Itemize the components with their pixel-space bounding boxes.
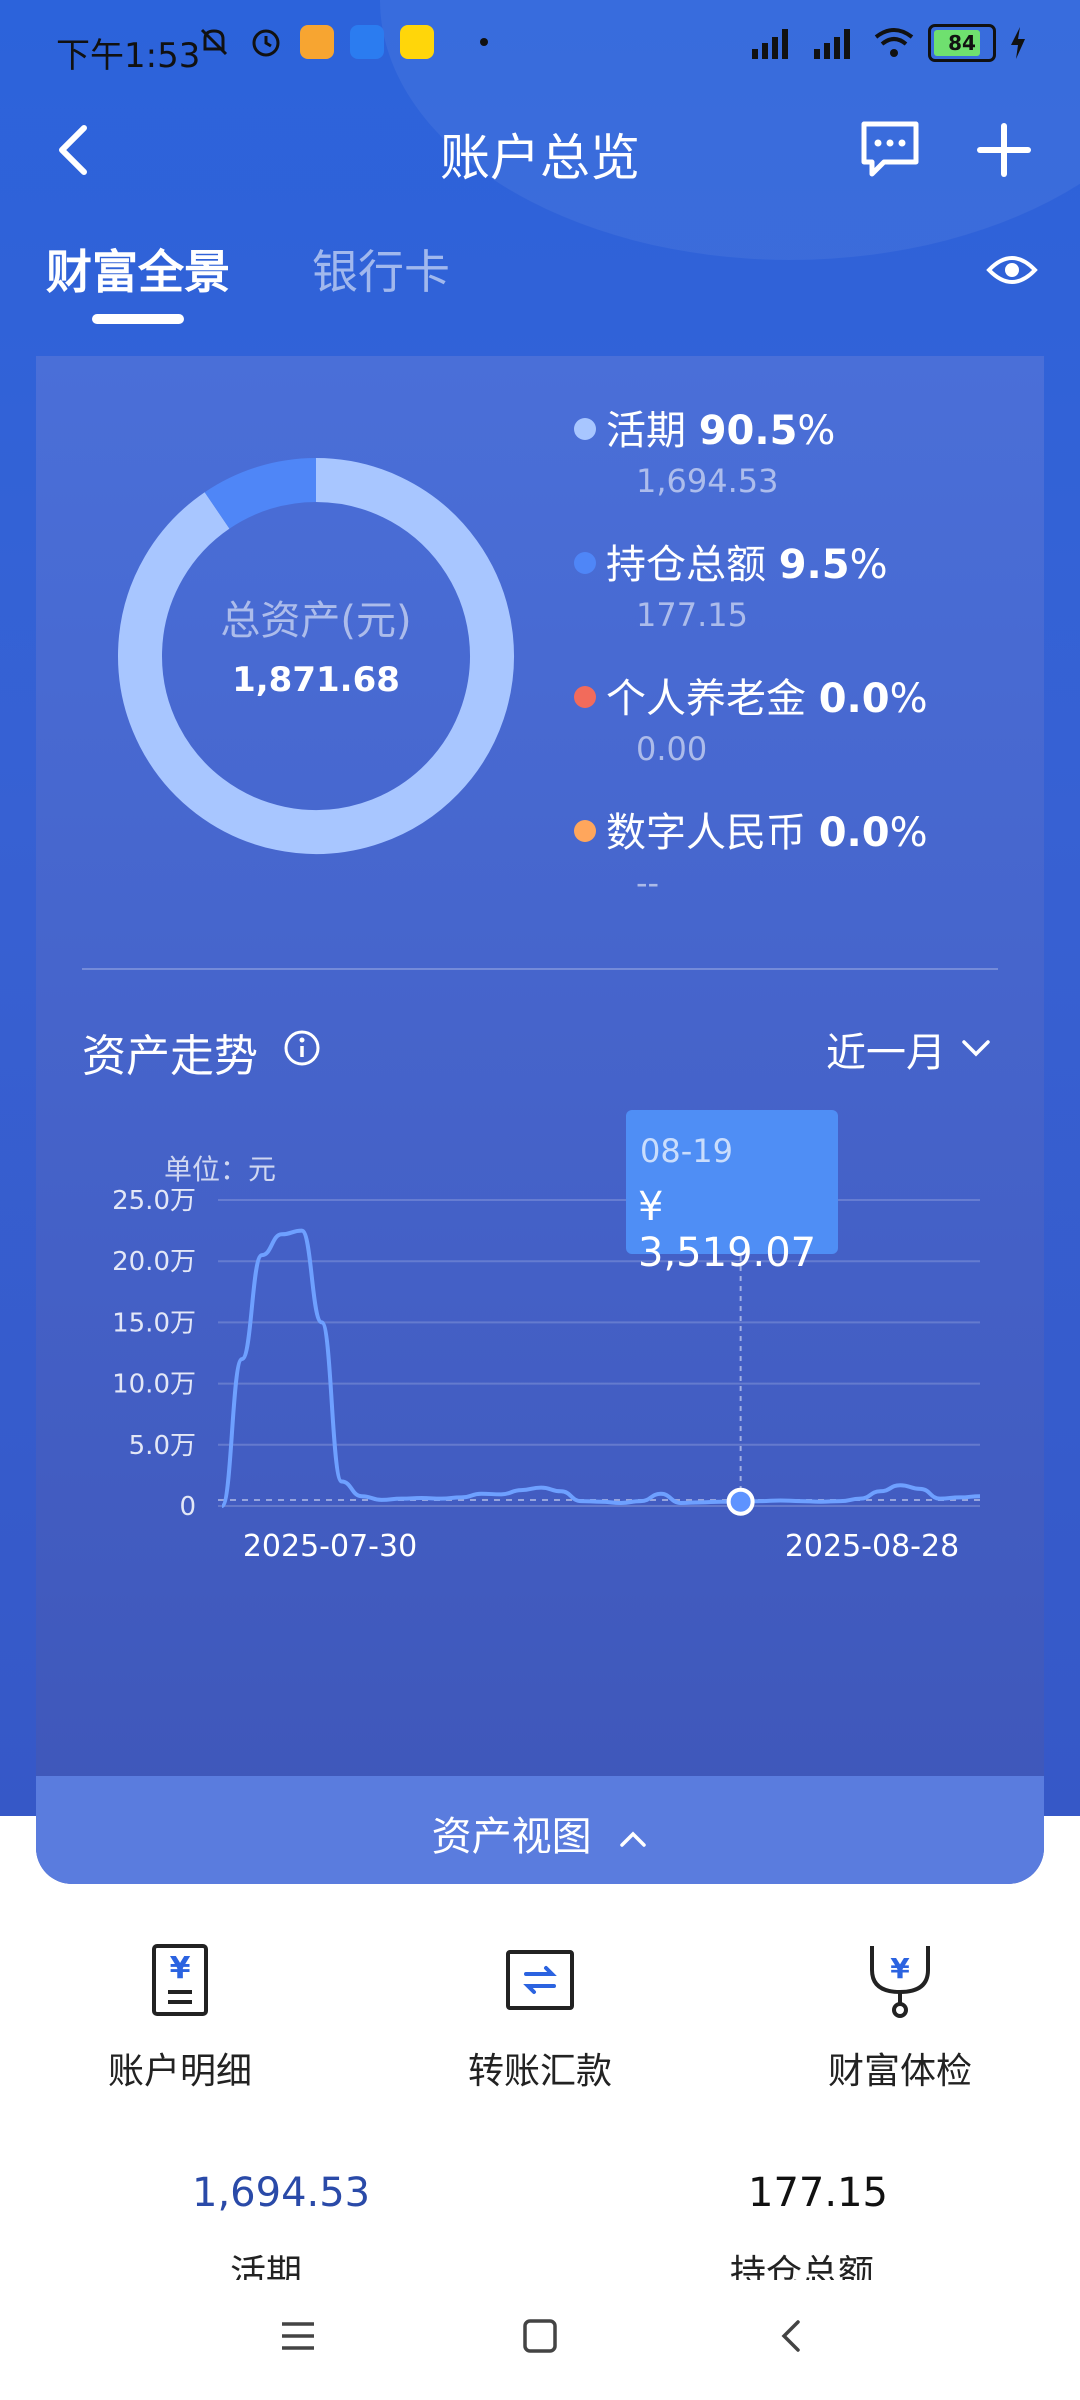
donut-slice-1 [204,458,317,529]
legend-name: 活期 90.5% [606,408,836,454]
app-icon [400,25,434,59]
section-divider [82,968,998,970]
period-select[interactable]: 近一月 [826,1020,946,1078]
summary-value-demand[interactable]: 1,694.53 [192,2170,370,2216]
legend-item-holdings[interactable]: 持仓总额 9.5% 177.15 [556,526,1036,656]
shortcut-label: 账户明细 [107,2051,252,2092]
legend-name: 数字人民币 0.0% [606,810,928,856]
asset-donut-chart [118,458,514,854]
tab-wealth-overview[interactable]: 财富全景 [46,236,230,302]
mute-icon [200,28,228,56]
system-nav-bar [0,2280,1080,2400]
legend-item-demand[interactable]: 活期 90.5% 1,694.53 [556,392,1036,522]
legend-amount: 1,694.53 [636,462,779,500]
legend-name: 持仓总额 9.5% [606,542,888,588]
y-tick-label: 10.0万 [112,1370,196,1400]
transfer-icon [506,1950,574,2010]
signal-icon [752,29,788,59]
tab-underline [92,314,184,324]
shortcut-label: 财富体检 [827,2051,972,2092]
app-icon [350,25,384,59]
summary-label-holdings: 持仓总额 [730,2253,875,2280]
svg-text:¥: ¥ [890,1952,910,1985]
status-time: 下午1:53 [56,36,201,76]
svg-text:¥: ¥ [170,1951,191,1986]
wealth-check-icon: ¥ [870,1946,930,2018]
legend-dot [574,820,596,842]
y-tick-label: 15.0万 [112,1308,196,1338]
legend-amount: -- [636,864,660,902]
y-tick-label: 5.0万 [129,1431,196,1461]
donut-slice-0 [118,458,514,854]
status-icons-left [196,24,488,60]
wifi-icon [874,28,914,57]
nav-bar: 账户总览 [0,96,1080,206]
legend-amount: 0.00 [636,730,708,768]
asset-summary: 1,694.53 活期 177.15 持仓总额 [0,2160,1080,2280]
shortcut-wealth-check[interactable]: ¥ 财富体检 [750,1940,1050,2094]
shortcut-label: 转账汇款 [467,2051,612,2092]
donut-label: 总资产(元) [220,598,412,644]
legend-name: 个人养老金 0.0% [606,676,928,722]
eye-icon[interactable] [986,250,1038,290]
chevron-up-icon [620,1831,647,1847]
alarm-icon [252,29,280,57]
legend-dot [574,418,596,440]
battery-icon: 84 [928,24,996,62]
summary-label-demand: 活期 [230,2253,303,2280]
battery-level: 84 [948,31,976,55]
tab-bar: 财富全景 银行卡 [0,236,1080,326]
shortcut-account-detail[interactable]: ¥ 账户明细 [30,1940,330,2094]
asset-trend-chart[interactable]: 25.0万 20.0万 15.0万 10.0万 5.0万 0 2025-07-30 2025-… [36,1176,1044,1576]
legend-item-digital-rmb[interactable]: 数字人民币 0.0% -- [556,794,1036,924]
chart-tooltip: 08-19 ¥ 3,519.07 [626,1110,838,1276]
app-icon [300,25,334,59]
account-detail-icon: ¥ [152,1944,208,2016]
legend-item-pension[interactable]: 个人养老金 0.0% 0.00 [556,660,1036,790]
signal-icon [814,29,850,59]
tooltip-date: 08-19 [640,1132,733,1170]
dot-icon [480,38,488,46]
asset-view-label: 资产视图 [36,1804,1044,1862]
trend-line [220,1228,981,1508]
status-bar: 下午1:53 84 [0,0,1080,96]
shortcut-row: ¥ 账户明细 转账汇款 ¥ 财富体检 [0,1940,1080,2110]
x-tick-label: 2025-08-28 [785,1529,959,1564]
x-tick-label: 2025-07-30 [243,1529,417,1564]
legend-dot [574,552,596,574]
asset-view-toggle[interactable]: 资产视图 [36,1776,1044,1884]
system-back-icon[interactable] [772,2318,812,2354]
tab-bank-card[interactable]: 银行卡 [312,236,450,302]
charging-icon [1011,27,1025,59]
shortcut-transfer[interactable]: 转账汇款 [390,1940,690,2094]
y-tick-label: 25.0万 [112,1186,196,1216]
message-icon[interactable] [858,118,922,180]
menu-icon[interactable] [278,2318,318,2354]
summary-value-holdings[interactable]: 177.15 [748,2170,888,2216]
y-tick-label: 20.0万 [112,1247,196,1277]
status-icons-right: 84 [748,24,1028,62]
add-icon[interactable] [976,122,1032,178]
chevron-down-icon[interactable] [958,1036,994,1060]
info-icon[interactable] [282,1028,322,1068]
highlight-point[interactable] [726,1487,755,1516]
home-icon[interactable] [520,2318,560,2354]
tooltip-value: ¥ 3,519.07 [638,1184,817,1276]
y-tick-label: 0 [179,1492,196,1522]
asset-card: 总资产(元) 1,871.68 活期 90.5% 1,694.53 持仓总额 9… [36,356,1044,1884]
trend-title: 资产走势 [82,1031,258,1082]
legend-dot [574,686,596,708]
donut-value: 1,871.68 [232,660,400,700]
legend-amount: 177.15 [636,596,748,634]
